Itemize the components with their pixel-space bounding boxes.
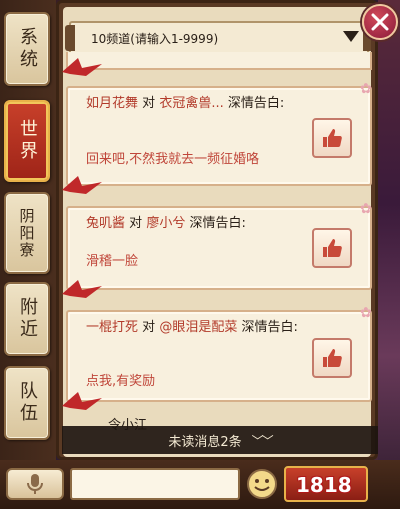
channel-label: 10频道(请输入1-9999) (91, 31, 219, 46)
channel-tab-column: 系统 世界 阴阳寮 附近 队伍 (0, 0, 56, 460)
paper-crane-icon (62, 280, 102, 298)
background-art (378, 0, 400, 509)
emoji-button[interactable] (246, 468, 278, 500)
tab-system[interactable]: 系统 (4, 12, 50, 86)
microphone-icon (27, 474, 43, 494)
unread-messages-button[interactable]: 未读消息2条 ﹀﹀ (62, 426, 378, 454)
chevron-down-icon (343, 31, 359, 42)
message-body: 点我,有奖励 (86, 374, 156, 389)
flower-icon: ✿ (360, 201, 372, 217)
unread-label: 未读消息2条 (168, 434, 242, 450)
flower-icon: ✿ (360, 81, 372, 97)
like-button[interactable] (312, 118, 352, 158)
message-header: 如月花舞 对 衣冠禽兽... 深情告白: (86, 94, 306, 114)
close-icon (371, 13, 389, 31)
message-card: 如月花舞 对 衣冠禽兽... 深情告白: 回来吧,不然我就去一频征婚咯 ✿ (66, 82, 372, 186)
voice-button[interactable] (6, 468, 64, 500)
thumbs-up-icon (323, 349, 342, 367)
tab-label: 世界 (17, 119, 38, 163)
paper-crane-icon (62, 392, 102, 410)
message-card-partial (66, 52, 372, 70)
message-card: 一棍打死 对 @眼泪是配菜 深情告白: 点我,有奖励 ✿ (66, 306, 372, 402)
sender-name[interactable]: 兔叽酱 (86, 216, 125, 231)
message-input[interactable] (70, 468, 240, 500)
chevron-double-down-icon: ﹀﹀ (251, 433, 274, 448)
like-button[interactable] (312, 338, 352, 378)
sender-name[interactable]: 如月花舞 (86, 96, 138, 111)
sender-name[interactable]: 一棍打死 (86, 320, 138, 335)
message-conjunction: 对 (129, 216, 143, 231)
message-card: 兔叽酱 对 廖小兮 深情告白: 滑稽一脸 ✿ (66, 202, 372, 290)
message-suffix: 深情告白: (227, 96, 285, 111)
tab-label: 队伍 (17, 381, 38, 425)
flower-icon: ✿ (360, 305, 372, 321)
message-suffix: 深情告白: (241, 320, 298, 335)
message-header: 兔叽酱 对 廖小兮 深情告白: (86, 214, 306, 234)
paper-crane-icon (62, 58, 102, 76)
message-body: 滑稽一脸 (86, 254, 139, 269)
like-button[interactable] (312, 228, 352, 268)
site-watermark: 1818 (296, 473, 352, 497)
thumbs-up-icon (323, 239, 342, 257)
channel-selector[interactable]: 10频道(请输入1-9999) (65, 21, 371, 55)
tab-label: 系统 (17, 27, 38, 71)
message-suffix: 深情告白: (189, 216, 246, 231)
recipient-name[interactable]: @眼泪是配菜 (159, 320, 237, 335)
message-conjunction: 对 (142, 96, 156, 111)
tab-team[interactable]: 队伍 (4, 366, 50, 440)
tab-label: 阴阳寮 (17, 207, 36, 259)
tab-nearby[interactable]: 附近 (4, 282, 50, 356)
thumbs-up-icon (323, 129, 342, 147)
tab-world[interactable]: 世界 (4, 100, 50, 182)
message-header: 一棍打死 对 @眼泪是配菜 深情告白: (86, 318, 306, 338)
tab-guild[interactable]: 阴阳寮 (4, 192, 50, 274)
recipient-name[interactable]: 廖小兮 (146, 216, 185, 231)
tab-label: 附近 (17, 297, 38, 341)
message-body: 回来吧,不然我就去一频征婚咯 (86, 152, 260, 167)
close-button[interactable] (362, 4, 398, 40)
message-conjunction: 对 (142, 320, 156, 335)
scroll-cap-left (65, 25, 75, 51)
paper-crane-icon (62, 176, 102, 194)
recipient-name[interactable]: 衣冠禽兽... (159, 96, 223, 111)
